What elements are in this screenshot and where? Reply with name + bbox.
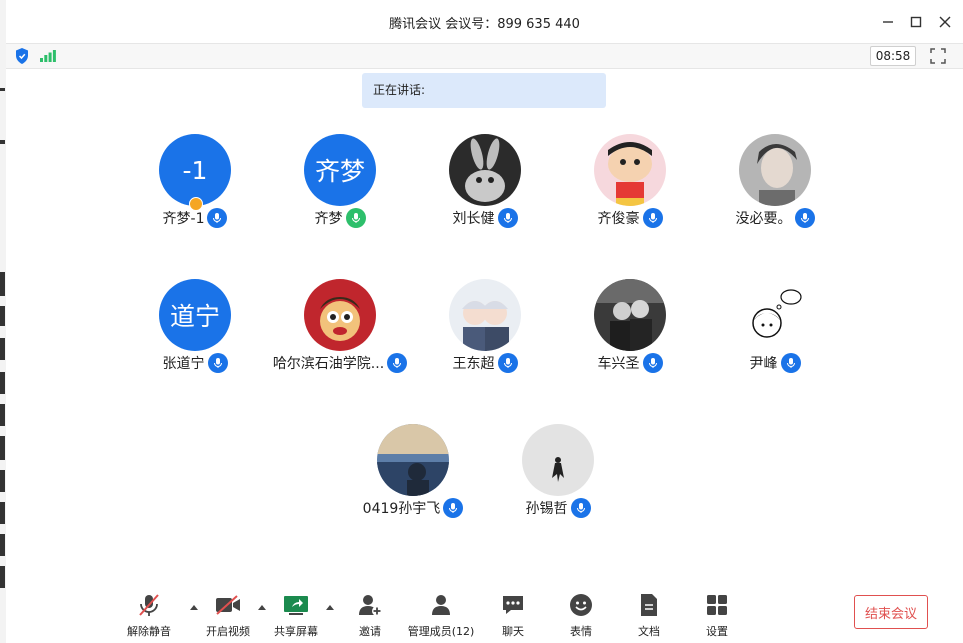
members-icon: [432, 595, 450, 615]
maximize-icon: [910, 16, 922, 28]
close-icon: [939, 16, 951, 28]
fullscreen-icon[interactable]: [930, 48, 946, 64]
maximize-button[interactable]: [904, 10, 928, 34]
share-screen-button[interactable]: 共享屏幕: [261, 592, 331, 640]
microphone-speaking-icon: [345, 208, 366, 228]
settings-button[interactable]: 设置: [682, 592, 752, 640]
microphone-icon: [207, 208, 228, 228]
avatar: [449, 134, 521, 206]
participant-tile[interactable]: 0419孙宇飞: [343, 424, 483, 534]
window-title: 腾讯会议 会议号：899 635 440: [389, 17, 580, 32]
participant-name: 齐俊豪: [597, 211, 640, 227]
participant-tile[interactable]: 孙锡哲: [488, 424, 628, 534]
add-user-icon: [359, 595, 382, 616]
meeting-toolbar: 解除静音 开启视频 共享屏幕 邀请 管理成员(12) 聊天 表情 文档 设置 结…: [6, 585, 963, 643]
share-screen-icon: [284, 596, 308, 615]
microphone-icon: [794, 208, 815, 228]
start-video-button[interactable]: 开启视频: [193, 592, 263, 640]
avatar: -1: [159, 134, 231, 206]
avatar: [449, 279, 521, 351]
participant-tile[interactable]: 哈尔滨石油学院...: [270, 279, 410, 389]
chat-icon: [503, 596, 523, 614]
camera-off-icon: [216, 595, 240, 615]
microphone-icon: [642, 353, 663, 373]
reactions-button[interactable]: 表情: [546, 592, 616, 640]
avatar: [594, 134, 666, 206]
shield-icon[interactable]: [15, 48, 29, 64]
participant-name: 车兴圣: [597, 356, 640, 372]
microphone-icon: [570, 498, 591, 518]
participant-tile[interactable]: 道宁 张道宁: [125, 279, 265, 389]
end-meeting-button[interactable]: 结束会议: [854, 595, 928, 629]
avatar: [739, 134, 811, 206]
emoji-icon: [570, 594, 592, 616]
chat-button[interactable]: 聊天: [478, 592, 548, 640]
participant-tile[interactable]: 王东超: [415, 279, 555, 389]
participant-name: 齐梦-1: [162, 211, 205, 227]
participant-tile[interactable]: 刘长健: [415, 134, 555, 244]
microphone-icon: [642, 208, 663, 228]
avatar: 齐梦: [304, 134, 376, 206]
unmute-button[interactable]: 解除静音: [114, 592, 184, 640]
participant-tile[interactable]: 车兴圣: [560, 279, 700, 389]
participant-name: 孙锡哲: [525, 501, 568, 517]
microphone-icon: [387, 353, 408, 373]
participant-name: 哈尔滨石油学院...: [272, 356, 385, 372]
microphone-icon: [497, 208, 518, 228]
status-bar: 08:58: [6, 44, 963, 69]
participant-tile[interactable]: 尹峰: [705, 279, 845, 389]
microphone-icon: [497, 353, 518, 373]
documents-button[interactable]: 文档: [614, 592, 684, 640]
participant-name: 王东超: [452, 356, 495, 372]
speaking-indicator: 正在讲话:: [362, 73, 606, 108]
participant-name: 0419孙宇飞: [362, 501, 441, 517]
avatar: 道宁: [159, 279, 231, 351]
microphone-icon: [207, 353, 228, 373]
document-icon: [641, 594, 657, 616]
participant-tile[interactable]: -1 齐梦-1: [125, 134, 265, 244]
participant-tile[interactable]: 没必要。: [705, 134, 845, 244]
participant-tile[interactable]: 齐俊豪: [560, 134, 700, 244]
invite-button[interactable]: 邀请: [335, 592, 405, 640]
title-bar: 腾讯会议 会议号：899 635 440: [6, 0, 963, 44]
participant-name: 齐梦: [314, 211, 343, 227]
share-options-caret-icon[interactable]: [325, 603, 335, 611]
participant-name: 刘长健: [452, 211, 495, 227]
avatar: [377, 424, 449, 496]
avatar: [594, 279, 666, 351]
close-button[interactable]: [933, 10, 957, 34]
avatar: [304, 279, 376, 351]
minimize-icon: [883, 21, 893, 23]
signal-icon[interactable]: [40, 50, 56, 62]
grid-apps-icon: [707, 595, 727, 615]
avatar: [522, 424, 594, 496]
participant-name: 张道宁: [162, 356, 205, 372]
manage-members-button[interactable]: 管理成员(12): [406, 592, 476, 640]
meeting-window: 腾讯会议 会议号：899 635 440 08:58 正在讲话: -1 齐梦-1…: [6, 0, 963, 643]
avatar: [739, 279, 811, 351]
microphone-icon: [780, 353, 801, 373]
microphone-muted-icon: [139, 594, 159, 616]
microphone-icon: [443, 498, 464, 518]
minimize-button[interactable]: [876, 10, 900, 34]
meeting-timer: 08:58: [870, 46, 916, 66]
participant-name: 尹峰: [749, 356, 778, 372]
participant-tile[interactable]: 齐梦 齐梦: [270, 134, 410, 244]
participant-name: 没必要。: [735, 211, 792, 227]
